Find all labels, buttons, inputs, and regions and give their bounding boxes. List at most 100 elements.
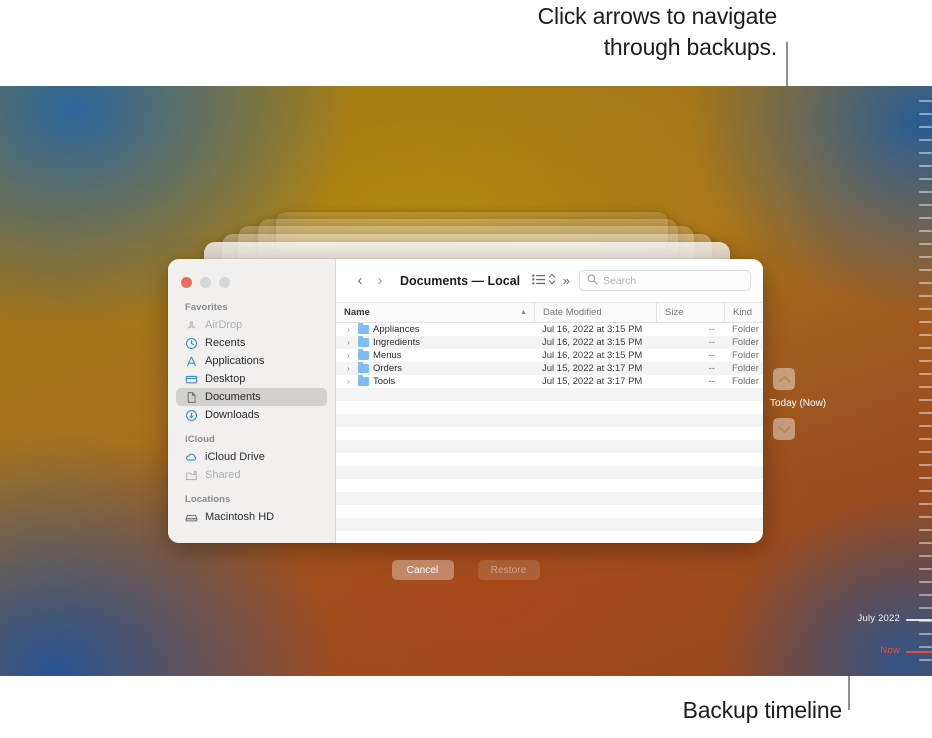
timeline-tick[interactable]	[919, 256, 932, 258]
table-row-empty	[336, 453, 763, 466]
sidebar-item-documents[interactable]: Documents	[176, 388, 327, 406]
applications-icon	[185, 355, 198, 368]
disclosure-triangle-icon[interactable]: ›	[347, 377, 354, 386]
maximize-button[interactable]	[219, 276, 230, 288]
column-header-name[interactable]: Name ▲	[336, 303, 534, 322]
timeline-tick[interactable]	[919, 646, 932, 648]
table-row[interactable]: › Tools Jul 15, 2022 at 3:17 PM -- Folder	[336, 375, 763, 388]
timeline-tick[interactable]	[919, 230, 932, 232]
timeline-tick[interactable]	[919, 360, 932, 362]
forward-button[interactable]: ›	[370, 273, 390, 288]
backup-timeline-ticks[interactable]: July 2022 Now	[858, 86, 932, 676]
timeline-tick[interactable]	[919, 503, 932, 505]
timeline-tick[interactable]	[919, 542, 932, 544]
search-input[interactable]: Search	[579, 270, 751, 291]
timeline-tick[interactable]	[919, 113, 932, 115]
up-down-chevron-icon[interactable]	[548, 272, 556, 290]
timeline-tick[interactable]	[919, 282, 932, 284]
timeline-tick[interactable]	[919, 321, 932, 323]
timeline-tick[interactable]	[919, 438, 932, 440]
sidebar-item-airdrop[interactable]: AirDrop	[176, 316, 327, 334]
double-chevron-right-icon[interactable]: »	[563, 273, 570, 288]
navigate-forward-in-time-button[interactable]	[773, 418, 795, 440]
timeline-tick[interactable]	[919, 399, 932, 401]
navigate-back-in-time-button[interactable]	[773, 368, 795, 390]
table-row[interactable]: › Appliances Jul 16, 2022 at 3:15 PM -- Fold…	[336, 323, 763, 336]
minimize-button[interactable]	[200, 276, 211, 288]
table-row-empty	[336, 401, 763, 414]
table-row-empty	[336, 479, 763, 492]
date-modified-cell: Jul 16, 2022 at 3:15 PM	[542, 324, 643, 335]
timeline-tick[interactable]	[919, 295, 932, 297]
timeline-tick[interactable]	[919, 373, 932, 375]
column-header-kind[interactable]: Kind	[724, 303, 763, 322]
table-row[interactable]: › Menus Jul 16, 2022 at 3:15 PM -- Folder	[336, 349, 763, 362]
timeline-tick[interactable]	[919, 594, 932, 596]
restore-button[interactable]: Restore	[477, 560, 540, 580]
timeline-tick[interactable]	[919, 477, 932, 479]
table-row[interactable]: › Orders Jul 15, 2022 at 3:17 PM -- Folder	[336, 362, 763, 375]
timeline-tick-july-2022[interactable]	[906, 619, 932, 621]
timeline-tick[interactable]	[919, 555, 932, 557]
back-button[interactable]: ‹	[350, 273, 370, 288]
column-header-label: Size	[665, 307, 684, 318]
table-row[interactable]: › Ingredients Jul 16, 2022 at 3:15 PM -- Fol…	[336, 336, 763, 349]
timeline-tick[interactable]	[919, 607, 932, 609]
disclosure-triangle-icon[interactable]: ›	[347, 325, 354, 334]
sidebar-item-desktop[interactable]: Desktop	[176, 370, 327, 388]
sidebar-item-shared[interactable]: Shared	[176, 466, 327, 484]
sidebar-item-applications[interactable]: Applications	[176, 352, 327, 370]
timeline-tick[interactable]	[919, 568, 932, 570]
timeline-tick[interactable]	[919, 516, 932, 518]
timeline-tick[interactable]	[919, 334, 932, 336]
timeline-tick[interactable]	[919, 152, 932, 154]
timeline-tick[interactable]	[919, 451, 932, 453]
timeline-tick[interactable]	[919, 126, 932, 128]
sidebar-item-icloud-drive[interactable]: iCloud Drive	[176, 448, 327, 466]
column-header-size[interactable]: Size	[656, 303, 724, 322]
close-button[interactable]	[181, 276, 192, 288]
column-header-label: Kind	[733, 307, 753, 318]
timeline-tick[interactable]	[919, 269, 932, 271]
timeline-tick[interactable]	[919, 139, 932, 141]
size-cell: --	[708, 376, 715, 387]
timeline-tick[interactable]	[919, 386, 932, 388]
sidebar-item-recents[interactable]: Recents	[176, 334, 327, 352]
view-options-group[interactable]	[532, 272, 556, 290]
sidebar-item-downloads[interactable]: Downloads	[176, 406, 327, 424]
timeline-tick[interactable]	[919, 633, 932, 635]
size-cell: --	[708, 337, 715, 348]
column-header-date[interactable]: Date Modified	[534, 303, 656, 322]
timeline-tick[interactable]	[919, 191, 932, 193]
disclosure-triangle-icon[interactable]: ›	[347, 338, 354, 347]
timeline-tick[interactable]	[919, 490, 932, 492]
timeline-tick[interactable]	[919, 425, 932, 427]
timeline-now-label: Now	[880, 645, 900, 656]
chevron-up-icon	[778, 375, 790, 382]
timeline-tick-now[interactable]	[906, 651, 932, 653]
timeline-tick[interactable]	[919, 581, 932, 583]
file-name-cell: › Tools	[336, 375, 534, 387]
folder-icon	[358, 323, 369, 334]
shared-folder-icon	[185, 469, 198, 482]
timeline-tick[interactable]	[919, 243, 932, 245]
cancel-button[interactable]: Cancel	[391, 560, 454, 580]
timeline-tick[interactable]	[919, 308, 932, 310]
folder-icon	[358, 336, 369, 347]
timeline-tick[interactable]	[919, 178, 932, 180]
disclosure-triangle-icon[interactable]: ›	[347, 351, 354, 360]
search-placeholder: Search	[603, 274, 637, 287]
timeline-tick[interactable]	[919, 659, 932, 661]
timeline-tick[interactable]	[919, 217, 932, 219]
timeline-tick[interactable]	[919, 347, 932, 349]
timeline-tick[interactable]	[919, 412, 932, 414]
timeline-tick[interactable]	[919, 100, 932, 102]
timeline-tick[interactable]	[919, 464, 932, 466]
timeline-tick[interactable]	[919, 165, 932, 167]
timeline-tick[interactable]	[919, 529, 932, 531]
disclosure-triangle-icon[interactable]: ›	[347, 364, 354, 373]
timeline-tick[interactable]	[919, 204, 932, 206]
list-view-icon[interactable]	[532, 272, 546, 290]
table-row-empty	[336, 440, 763, 453]
sidebar-item-macintosh-hd[interactable]: Macintosh HD	[176, 508, 327, 526]
